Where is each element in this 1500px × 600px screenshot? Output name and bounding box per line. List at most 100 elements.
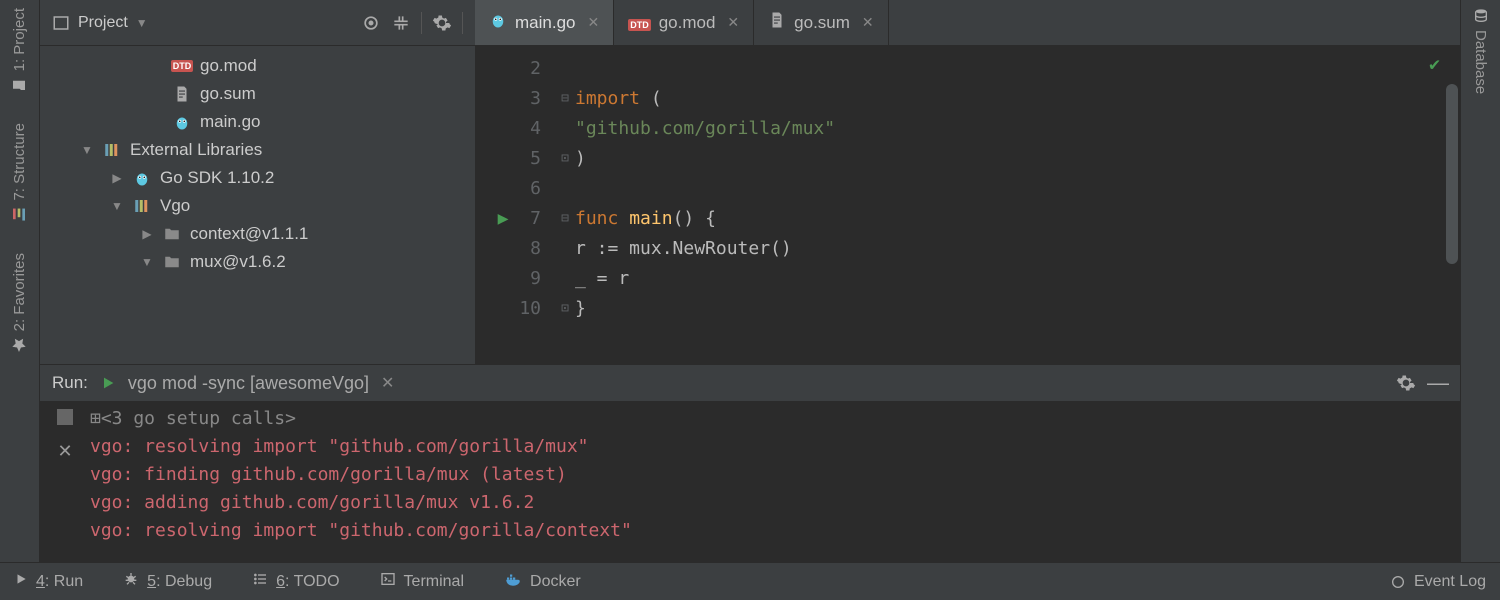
file-icon <box>172 112 192 132</box>
stop-button[interactable] <box>57 409 73 425</box>
status-item[interactable]: 5: Debug <box>123 570 212 593</box>
rail-favorites[interactable]: 2: Favorites <box>11 253 28 353</box>
tree-item[interactable]: go.sum <box>40 80 475 108</box>
tree-label: Vgo <box>160 196 190 216</box>
editor-tab[interactable]: DTD go.mod ✕ <box>614 0 754 45</box>
tree-label: main.go <box>200 112 260 132</box>
code-editor[interactable]: 23456▶ 78910 ⊟ ⊡ ⊟ ⊡ import ( "github.co… <box>475 46 1460 364</box>
tree-label: Go SDK 1.10.2 <box>160 168 274 188</box>
term-icon <box>380 571 396 592</box>
close-icon[interactable]: ✕ <box>727 14 739 31</box>
file-icon: DTD <box>172 56 192 76</box>
rail-project[interactable]: 1: Project <box>11 8 28 93</box>
rail-label: 1: Project <box>11 8 28 71</box>
structure-icon <box>12 207 28 223</box>
play-icon <box>14 572 28 591</box>
list-icon <box>252 571 268 592</box>
status-item[interactable]: Terminal <box>380 570 464 593</box>
close-button[interactable]: ✕ <box>57 441 72 462</box>
expand-arrow-icon[interactable]: ▼ <box>140 255 154 269</box>
expand-arrow-icon[interactable]: ▶ <box>110 171 124 185</box>
close-icon[interactable]: ✕ <box>587 14 599 31</box>
project-tree[interactable]: DTD go.mod go.sum main.go ▼ External Librarie… <box>40 46 475 364</box>
fold-gutter[interactable]: ⊟ ⊡ ⊟ ⊡ <box>555 46 575 364</box>
gear-icon[interactable] <box>432 13 452 33</box>
left-tool-rail: 1: Project 7: Structure 2: Favorites <box>0 0 40 562</box>
rail-database[interactable]: Database <box>1472 8 1489 94</box>
tree-label: mux@v1.6.2 <box>190 252 286 272</box>
status-item[interactable]: 4: Run <box>14 570 83 593</box>
file-icon <box>172 84 192 104</box>
locate-icon[interactable] <box>361 13 381 33</box>
tree-item[interactable]: ▶ Go SDK 1.10.2 <box>40 164 475 192</box>
tree-label: External Libraries <box>130 140 262 160</box>
code-area[interactable]: import ( "github.com/gorilla/mux") func … <box>575 46 835 364</box>
run-side-toolbar: ✕ <box>40 401 90 562</box>
tree-item[interactable]: DTD go.mod <box>40 52 475 80</box>
separator <box>421 12 422 34</box>
folder-icon <box>12 77 28 93</box>
project-toolbar: Project ▼ <box>40 0 475 45</box>
status-label: 4: Run <box>36 573 83 591</box>
project-icon <box>52 14 70 32</box>
tree-label: go.mod <box>200 56 257 76</box>
line-gutter: 23456▶ 78910 <box>475 46 555 364</box>
tree-item[interactable]: main.go <box>40 108 475 136</box>
file-icon <box>768 11 786 34</box>
play-icon[interactable] <box>100 375 116 391</box>
project-label: Project <box>78 14 128 32</box>
status-label: Docker <box>530 573 581 591</box>
event-log[interactable]: Event Log <box>1390 573 1486 591</box>
status-bar: 4: Run 5: Debug 6: TODO Terminal Docker Even… <box>0 562 1500 600</box>
status-item[interactable]: Docker <box>504 570 581 593</box>
status-item[interactable]: 6: TODO <box>252 570 339 593</box>
tab-label: main.go <box>515 13 575 33</box>
tree-item[interactable]: ▼ Vgo <box>40 192 475 220</box>
tree-item[interactable]: ▼ mux@v1.6.2 <box>40 248 475 276</box>
project-dropdown[interactable]: Project ▼ <box>52 14 148 32</box>
expand-arrow-icon[interactable]: ▶ <box>140 227 154 241</box>
rail-label: Database <box>1472 30 1489 94</box>
file-icon <box>132 168 152 188</box>
console-output[interactable]: ⊞<3 go setup calls> vgo: resolving impor… <box>90 401 1460 562</box>
event-log-label: Event Log <box>1414 573 1486 591</box>
rail-structure[interactable]: 7: Structure <box>11 123 28 223</box>
run-tool-window: Run: vgo mod -sync [awesomeVgo] ✕ — ✕ ⊞<… <box>40 364 1460 562</box>
tab-label: go.mod <box>659 13 716 33</box>
chevron-down-icon: ▼ <box>136 16 148 30</box>
right-tool-rail: Database <box>1460 0 1500 562</box>
inspection-ok-icon: ✔ <box>1429 54 1440 75</box>
close-icon[interactable]: ✕ <box>381 373 394 393</box>
editor-tab[interactable]: main.go ✕ <box>475 0 614 45</box>
tree-item[interactable]: ▼ External Libraries <box>40 136 475 164</box>
rail-label: 2: Favorites <box>11 253 28 331</box>
editor-tabs: main.go ✕ DTD go.mod ✕ go.sum ✕ <box>475 0 1460 45</box>
collapse-icon[interactable] <box>391 13 411 33</box>
status-label: Terminal <box>404 573 464 591</box>
close-icon[interactable]: ✕ <box>862 14 874 31</box>
minimize-icon[interactable]: — <box>1428 373 1448 393</box>
docker-icon <box>504 570 522 593</box>
file-icon <box>102 140 122 160</box>
tree-label: go.sum <box>200 84 256 104</box>
status-label: 6: TODO <box>276 573 339 591</box>
file-icon: DTD <box>628 13 651 33</box>
bug-icon <box>123 571 139 592</box>
database-icon <box>1473 8 1489 24</box>
star-icon <box>12 337 28 353</box>
tab-label: go.sum <box>794 13 850 33</box>
file-icon <box>162 224 182 244</box>
file-icon <box>132 196 152 216</box>
editor-tab[interactable]: go.sum ✕ <box>754 0 888 45</box>
event-log-icon <box>1390 574 1406 590</box>
rail-label: 7: Structure <box>11 123 28 201</box>
gear-icon[interactable] <box>1396 373 1416 393</box>
file-icon <box>162 252 182 272</box>
run-config-name: vgo mod -sync [awesomeVgo] <box>128 373 369 394</box>
status-label: 5: Debug <box>147 573 212 591</box>
separator <box>462 12 463 34</box>
editor-scrollbar[interactable] <box>1446 84 1458 264</box>
expand-arrow-icon[interactable]: ▼ <box>110 199 124 213</box>
expand-arrow-icon[interactable]: ▼ <box>80 143 94 157</box>
tree-item[interactable]: ▶context@v1.1.1 <box>40 220 475 248</box>
